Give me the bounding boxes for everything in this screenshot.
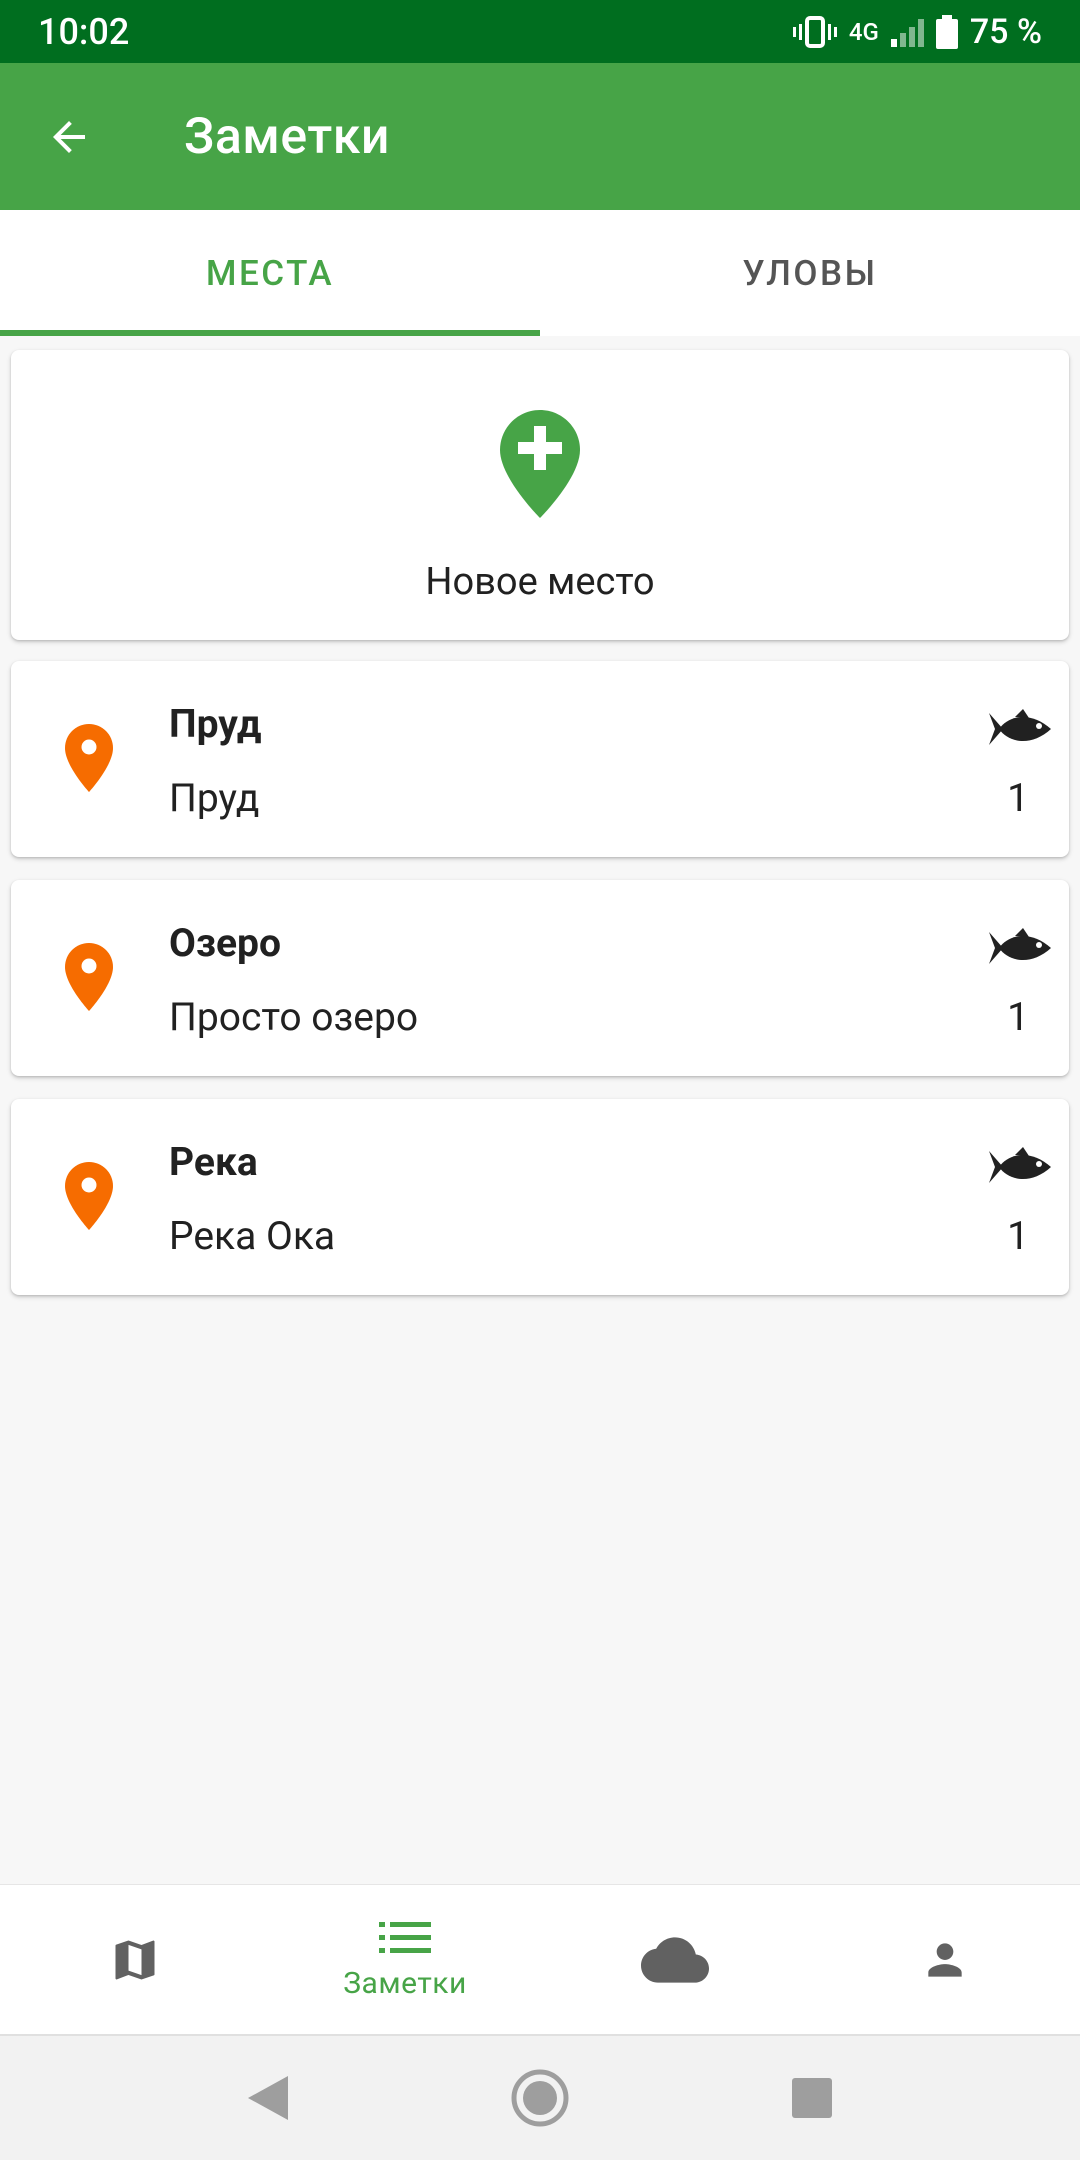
status-time: 10:02 <box>38 10 130 53</box>
system-recents-icon[interactable] <box>790 2076 834 2120</box>
status-bar: 10:02 4G 75 % <box>0 0 1080 63</box>
place-description: Река Ока <box>169 1213 336 1259</box>
place-description: Пруд <box>169 775 260 821</box>
map-icon <box>115 1940 155 1979</box>
arrow-back-icon <box>53 120 85 153</box>
nav-cloud[interactable] <box>540 1885 810 2034</box>
place-name: Пруд <box>169 701 262 747</box>
bottom-navigation: Заметки <box>0 1884 1080 2034</box>
status-icons: 4G 75 % <box>792 11 1042 52</box>
catch-count: 1 <box>1007 775 1029 821</box>
location-pin-icon <box>65 1162 113 1230</box>
battery-icon <box>935 14 958 49</box>
add-location-pin-icon <box>500 410 580 518</box>
nav-map[interactable] <box>0 1885 270 2034</box>
place-card[interactable]: Пруд Пруд 1 <box>11 661 1069 857</box>
app-bar: Заметки <box>0 63 1080 210</box>
page-title: Заметки <box>184 107 390 166</box>
system-home-icon[interactable] <box>510 2068 570 2128</box>
tab-places[interactable]: МЕСТА <box>0 210 540 336</box>
fish-icon <box>989 709 1051 745</box>
fish-icon <box>989 1147 1051 1183</box>
person-icon <box>928 1942 962 1977</box>
signal-icon <box>890 17 924 47</box>
place-card[interactable]: Река Река Ока 1 <box>11 1099 1069 1295</box>
places-list: Новое место Пруд Пруд 1 Озеро Просто озе… <box>0 336 1080 1884</box>
place-card[interactable]: Озеро Просто озеро 1 <box>11 880 1069 1076</box>
catch-count: 1 <box>1007 1213 1029 1259</box>
battery-level: 75 % <box>969 11 1042 52</box>
network-type: 4G <box>848 17 879 46</box>
catch-count: 1 <box>1007 994 1029 1040</box>
place-name: Озеро <box>169 920 281 966</box>
back-button[interactable] <box>0 63 144 210</box>
new-place-card[interactable]: Новое место <box>11 350 1069 640</box>
system-navigation-bar <box>0 2034 1080 2160</box>
tab-bar: МЕСТА УЛОВЫ <box>0 210 1080 336</box>
vibrate-icon <box>792 15 837 48</box>
new-place-label: Новое место <box>425 560 655 604</box>
nav-profile[interactable] <box>810 1885 1080 2034</box>
list-icon <box>379 1922 431 1953</box>
system-back-icon[interactable] <box>246 2074 290 2122</box>
fish-icon <box>989 928 1051 964</box>
place-name: Река <box>169 1139 258 1185</box>
cloud-icon <box>641 1936 709 1983</box>
place-description: Просто озеро <box>169 994 419 1040</box>
location-pin-icon <box>65 943 113 1011</box>
nav-notes[interactable]: Заметки <box>270 1885 540 2034</box>
location-pin-icon <box>65 724 113 792</box>
tab-catches[interactable]: УЛОВЫ <box>540 210 1080 336</box>
nav-notes-label: Заметки <box>343 1966 467 2001</box>
